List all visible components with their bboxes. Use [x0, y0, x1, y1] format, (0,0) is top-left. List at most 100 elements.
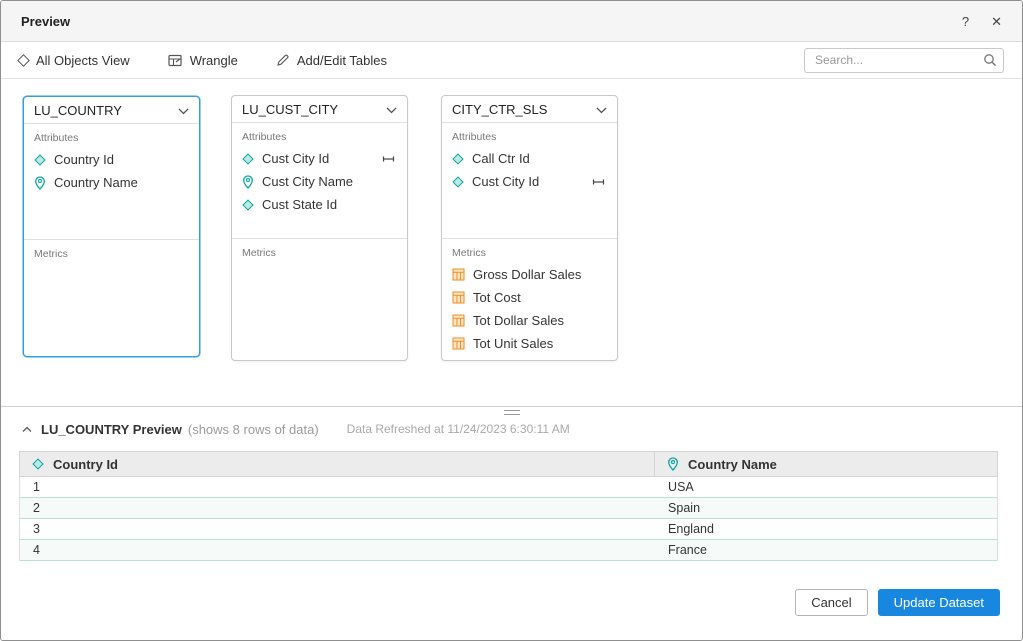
metric-label: Gross Dollar Sales — [473, 267, 581, 282]
table-body: 1 USA 2 Spain 3 England 4 France — [19, 477, 998, 561]
all-objects-view-button[interactable]: All Objects View — [19, 53, 130, 68]
add-edit-tables-label: Add/Edit Tables — [297, 53, 387, 68]
preview-dialog: Preview ? ✕ All Objects View Wrangle Add… — [0, 0, 1023, 641]
wrangle-label: Wrangle — [190, 53, 238, 68]
table-row: 3 England — [20, 519, 997, 540]
footer: Cancel Update Dataset — [1, 561, 1022, 640]
geo-pin-icon — [34, 176, 46, 190]
table-row: 4 France — [20, 540, 997, 561]
metric-icon — [452, 291, 465, 304]
metrics-section: Metrics — [232, 238, 407, 360]
attribute-icon — [452, 176, 463, 187]
rows-note: (shows 8 rows of data) — [188, 422, 319, 437]
attribute-item[interactable]: Cust City Id — [442, 170, 617, 193]
chevron-down-icon[interactable] — [178, 103, 189, 118]
attributes-section: Attributes Country Id Country Name — [24, 124, 199, 239]
collapse-chevron-icon[interactable] — [22, 426, 32, 433]
attributes-label: Attributes — [232, 123, 407, 147]
diamond-outline-icon — [17, 54, 30, 67]
attribute-icon — [34, 154, 45, 165]
table-card-header[interactable]: CITY_CTR_SLS — [442, 96, 617, 123]
join-link-icon — [590, 174, 607, 189]
data-refreshed-text: Data Refreshed at 11/24/2023 6:30:11 AM — [347, 422, 570, 436]
metrics-label: Metrics — [442, 239, 617, 263]
all-objects-view-label: All Objects View — [36, 53, 130, 68]
preview-table-title: LU_COUNTRY Preview — [41, 422, 182, 437]
metric-icon — [452, 337, 465, 350]
attributes-section: Attributes Cust City Id Cust City Name — [232, 123, 407, 238]
attribute-label: Country Name — [54, 175, 138, 190]
cell-country-name: USA — [655, 477, 997, 497]
attribute-label: Cust City Name — [262, 174, 353, 189]
cell-country-id: 1 — [20, 477, 655, 497]
table-name: LU_CUST_CITY — [242, 102, 338, 117]
table-card-header[interactable]: LU_CUST_CITY — [232, 96, 407, 123]
attribute-label: Cust City Id — [472, 174, 539, 189]
tables-canvas: LU_COUNTRY Attributes Country Id Country… — [1, 79, 1022, 406]
chevron-down-icon[interactable] — [596, 102, 607, 117]
table-card-lu-country[interactable]: LU_COUNTRY Attributes Country Id Country… — [23, 96, 200, 357]
column-header-country-name: Country Name — [655, 452, 997, 476]
attribute-item[interactable]: Cust State Id — [232, 193, 407, 216]
preview-section: LU_COUNTRY Preview (shows 8 rows of data… — [1, 406, 1022, 640]
search-box — [804, 48, 1004, 73]
table-name: CITY_CTR_SLS — [452, 102, 547, 117]
splitter-handle[interactable] — [504, 410, 520, 415]
attribute-item[interactable]: Call Ctr Id — [442, 147, 617, 170]
metric-label: Tot Cost — [473, 290, 521, 305]
add-edit-tables-button[interactable]: Add/Edit Tables — [276, 53, 387, 68]
table-header-row: Country Id Country Name — [19, 451, 998, 477]
metrics-section: Metrics — [24, 239, 199, 356]
table-card-lu-cust-city[interactable]: LU_CUST_CITY Attributes Cust City Id — [231, 95, 408, 361]
title-bar: Preview ? ✕ — [1, 1, 1022, 42]
metric-item[interactable]: Tot Cost — [442, 286, 617, 309]
attribute-item[interactable]: Country Name — [24, 171, 199, 194]
cell-country-id: 2 — [20, 498, 655, 518]
wrangle-icon — [168, 54, 182, 67]
close-icon[interactable]: ✕ — [991, 15, 1002, 28]
attribute-icon — [452, 153, 463, 164]
attributes-label: Attributes — [24, 124, 199, 148]
cell-country-name: Spain — [655, 498, 997, 518]
metric-label: Tot Dollar Sales — [473, 313, 564, 328]
cell-country-name: England — [655, 519, 997, 539]
attribute-icon — [242, 153, 253, 164]
metrics-section: Metrics Gross Dollar Sales Tot Cost — [442, 238, 617, 360]
metric-label: Tot Unit Sales — [473, 336, 553, 351]
column-header-label: Country Id — [53, 457, 118, 472]
join-link-icon — [380, 151, 397, 166]
cell-country-id: 3 — [20, 519, 655, 539]
metric-item[interactable]: Tot Dollar Sales — [442, 309, 617, 332]
attributes-section: Attributes Call Ctr Id Cust City Id — [442, 123, 617, 238]
metric-icon — [452, 314, 465, 327]
preview-data-table: Country Id Country Name 1 USA 2 Spain — [19, 451, 998, 561]
table-row: 2 Spain — [20, 498, 997, 519]
table-row: 1 USA — [20, 477, 997, 498]
attribute-icon — [242, 199, 253, 210]
attribute-label: Cust State Id — [262, 197, 337, 212]
table-card-city-ctr-sls[interactable]: CITY_CTR_SLS Attributes Call Ctr Id Cust… — [441, 95, 618, 361]
cancel-button[interactable]: Cancel — [795, 589, 867, 616]
metric-item[interactable]: Gross Dollar Sales — [442, 263, 617, 286]
attributes-label: Attributes — [442, 123, 617, 147]
cell-country-name: France — [655, 540, 997, 560]
metric-item[interactable]: Tot Unit Sales — [442, 332, 617, 355]
geo-pin-icon — [242, 175, 254, 189]
metrics-label: Metrics — [232, 239, 407, 263]
help-icon[interactable]: ? — [962, 15, 969, 28]
attribute-item[interactable]: Country Id — [24, 148, 199, 171]
chevron-down-icon[interactable] — [386, 102, 397, 117]
attribute-icon — [32, 458, 43, 469]
attribute-item[interactable]: Cust City Name — [232, 170, 407, 193]
search-icon[interactable] — [983, 53, 997, 72]
attribute-label: Cust City Id — [262, 151, 329, 166]
column-header-label: Country Name — [688, 457, 777, 472]
update-dataset-button[interactable]: Update Dataset — [878, 589, 1000, 616]
dialog-title: Preview — [21, 14, 70, 29]
table-name: LU_COUNTRY — [34, 103, 122, 118]
wrangle-button[interactable]: Wrangle — [168, 53, 238, 68]
search-input[interactable] — [804, 48, 1004, 73]
table-card-header[interactable]: LU_COUNTRY — [24, 97, 199, 124]
attribute-item[interactable]: Cust City Id — [232, 147, 407, 170]
metrics-label: Metrics — [24, 240, 199, 264]
